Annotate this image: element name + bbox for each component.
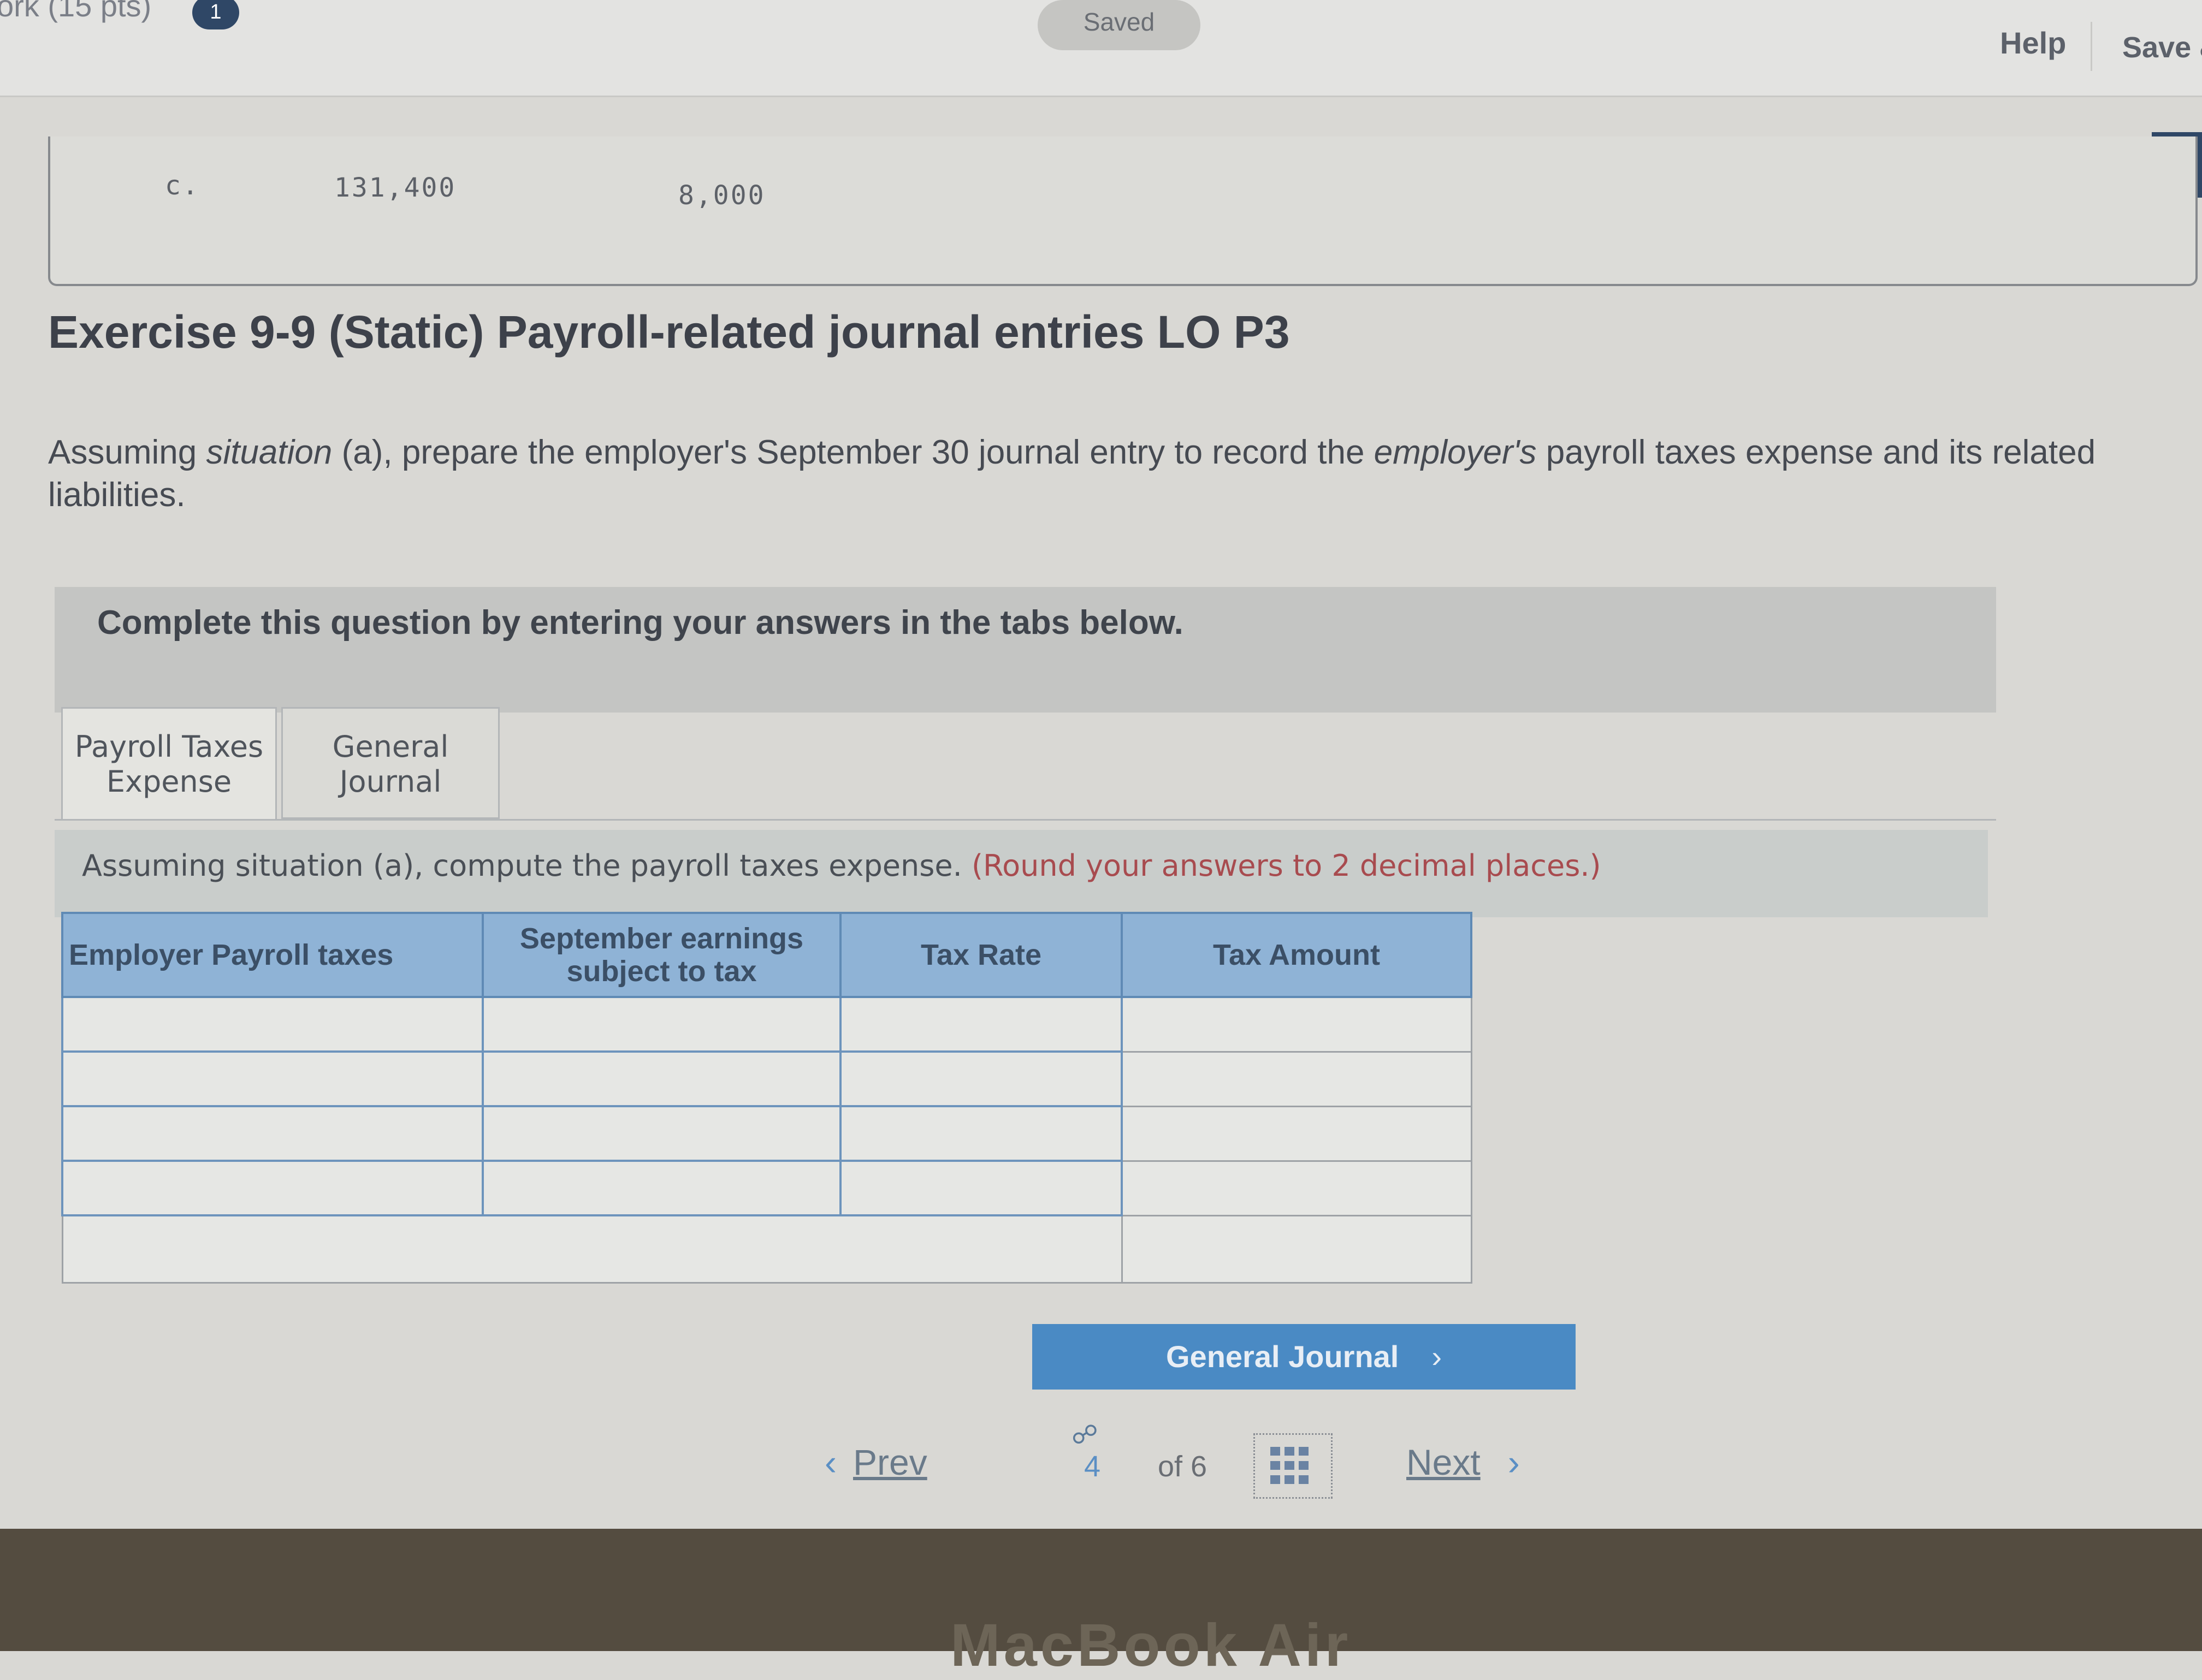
table-row [61, 1105, 1472, 1162]
top-bar: ork (15 pts) 1 Saved Help Save & [0, 0, 2202, 97]
tax-rate-cell[interactable] [839, 1050, 1123, 1107]
laptop-bezel: MacBook Air [0, 1529, 2202, 1679]
tab-underline [55, 819, 1996, 821]
earnings-input[interactable] [484, 1162, 839, 1214]
tax-name-cell[interactable] [61, 1050, 484, 1107]
row-label: c. [165, 170, 200, 201]
tax-rate-input[interactable] [842, 1107, 1121, 1160]
saved-status: Saved [1038, 0, 1200, 50]
question-prompt: Assuming situation (a), compute the payr… [82, 848, 962, 883]
tax-rate-cell[interactable] [839, 1160, 1123, 1216]
tax-rate-input[interactable] [842, 1162, 1121, 1214]
prev-link[interactable]: ‹ Prev [825, 1441, 927, 1483]
divider [2091, 22, 2092, 71]
instructions-banner: Complete this question by entering your … [55, 587, 1996, 713]
page-number[interactable]: 4 [1084, 1450, 1100, 1483]
earnings-cell[interactable] [482, 1050, 842, 1107]
bezel-brand-text: MacBook Air [950, 1612, 1352, 1679]
chevron-right-icon: › [1431, 1339, 1442, 1374]
tax-rate-cell[interactable] [839, 996, 1123, 1053]
tax-amount-cell [1121, 1105, 1472, 1162]
tax-name-input[interactable] [63, 1162, 482, 1214]
tax-name-input[interactable] [63, 1107, 482, 1160]
tax-amount-output [1123, 1161, 1471, 1215]
earnings-cell[interactable] [482, 996, 842, 1053]
tax-name-cell[interactable] [61, 1105, 484, 1162]
tax-rate-input[interactable] [842, 998, 1121, 1050]
row-value-2: 8,000 [678, 180, 766, 211]
description-text: (a), prepare the employer's September 30… [332, 434, 1374, 471]
general-journal-button[interactable]: General Journal › [1032, 1324, 1576, 1390]
table-row [61, 996, 1472, 1053]
help-link[interactable]: Help [2000, 25, 2066, 61]
exercise-description: Assuming situation (a), prepare the empl… [48, 431, 2123, 517]
description-italic: situation [206, 434, 333, 471]
column-header: Tax Rate [839, 912, 1123, 998]
tax-amount-output [1123, 1052, 1471, 1106]
question-banner: Assuming situation (a), compute the payr… [55, 830, 1988, 917]
tax-name-input[interactable] [63, 1053, 482, 1105]
tab-payroll-taxes-expense[interactable]: Payroll Taxes Expense [61, 707, 277, 819]
button-label: General Journal [1165, 1339, 1399, 1374]
chevron-left-icon: ‹ [825, 1442, 837, 1482]
table-header-row: Employer Payroll taxes September earning… [61, 912, 1472, 998]
column-header: Tax Amount [1121, 912, 1472, 998]
exercise-title: Exercise 9-9 (Static) Payroll-related jo… [48, 306, 1290, 358]
chevron-right-icon: › [1507, 1442, 1520, 1482]
total-label-cell [61, 1214, 1122, 1284]
tab-label-line1: Payroll Taxes [74, 729, 264, 764]
tab-general-journal[interactable]: General Journal [281, 707, 500, 819]
earnings-input[interactable] [484, 998, 839, 1050]
tax-amount-output [1123, 1107, 1471, 1160]
earnings-input[interactable] [484, 1053, 839, 1105]
description-text: Assuming [48, 434, 206, 471]
payroll-taxes-table: Employer Payroll taxes September earning… [61, 912, 1472, 1284]
tax-name-input[interactable] [63, 998, 482, 1050]
row-value-1: 131,400 [334, 173, 457, 203]
assignment-title: ork (15 pts) [0, 0, 152, 23]
tax-amount-cell [1121, 1160, 1472, 1216]
column-header: September earnings subject to tax [482, 912, 842, 998]
tax-rate-input[interactable] [842, 1053, 1121, 1105]
link-icon: ☍ [1072, 1421, 1098, 1450]
instructions-text: Complete this question by entering your … [97, 604, 1183, 642]
previous-answer-box: c. 131,400 8,000 [48, 136, 2198, 286]
tax-name-cell[interactable] [61, 1160, 484, 1216]
earnings-input[interactable] [484, 1107, 839, 1160]
tab-label-line1: General [332, 729, 449, 764]
page-total: of 6 [1158, 1450, 1207, 1483]
tax-amount-output [1123, 998, 1471, 1051]
table-row [61, 1160, 1472, 1216]
next-label: Next [1406, 1442, 1481, 1482]
earnings-cell[interactable] [482, 1105, 842, 1162]
rounding-note: (Round your answers to 2 decimal places.… [971, 848, 1601, 883]
total-row [61, 1214, 1472, 1284]
notification-badge[interactable]: 1 [192, 0, 239, 29]
description-italic: employer's [1374, 434, 1537, 471]
earnings-cell[interactable] [482, 1160, 842, 1216]
grid-view-icon[interactable] [1253, 1433, 1333, 1499]
total-amount-output [1122, 1216, 1471, 1282]
column-header: Employer Payroll taxes [61, 912, 484, 998]
next-link[interactable]: Next › [1406, 1441, 1520, 1483]
tab-label-line2: Journal [339, 764, 442, 799]
tax-rate-cell[interactable] [839, 1105, 1123, 1162]
tax-amount-cell [1121, 1050, 1472, 1107]
total-amount-cell [1121, 1214, 1472, 1284]
table-row [61, 1050, 1472, 1107]
save-exit-link[interactable]: Save & [2122, 31, 2202, 64]
prev-label: Prev [853, 1442, 927, 1482]
tax-amount-cell [1121, 996, 1472, 1053]
tax-name-cell[interactable] [61, 996, 484, 1053]
question-text: Assuming situation (a), compute the payr… [82, 848, 1601, 883]
tab-label-line2: Expense [106, 764, 232, 799]
